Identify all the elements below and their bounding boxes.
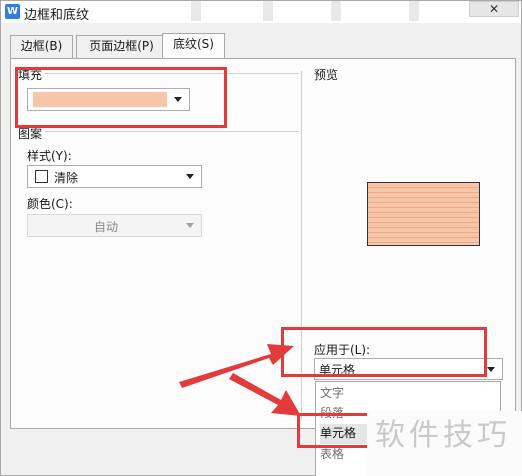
borders-shading-dialog: W 边框和底纹 ✕ 边框(B) 页面边框(P) 底纹(S) 填充 图案 样式(Y… — [0, 0, 522, 476]
watermark-text: 软件技巧 — [367, 411, 522, 476]
annotation-arrows — [179, 344, 301, 416]
arrow-to-cell-option — [229, 373, 301, 416]
